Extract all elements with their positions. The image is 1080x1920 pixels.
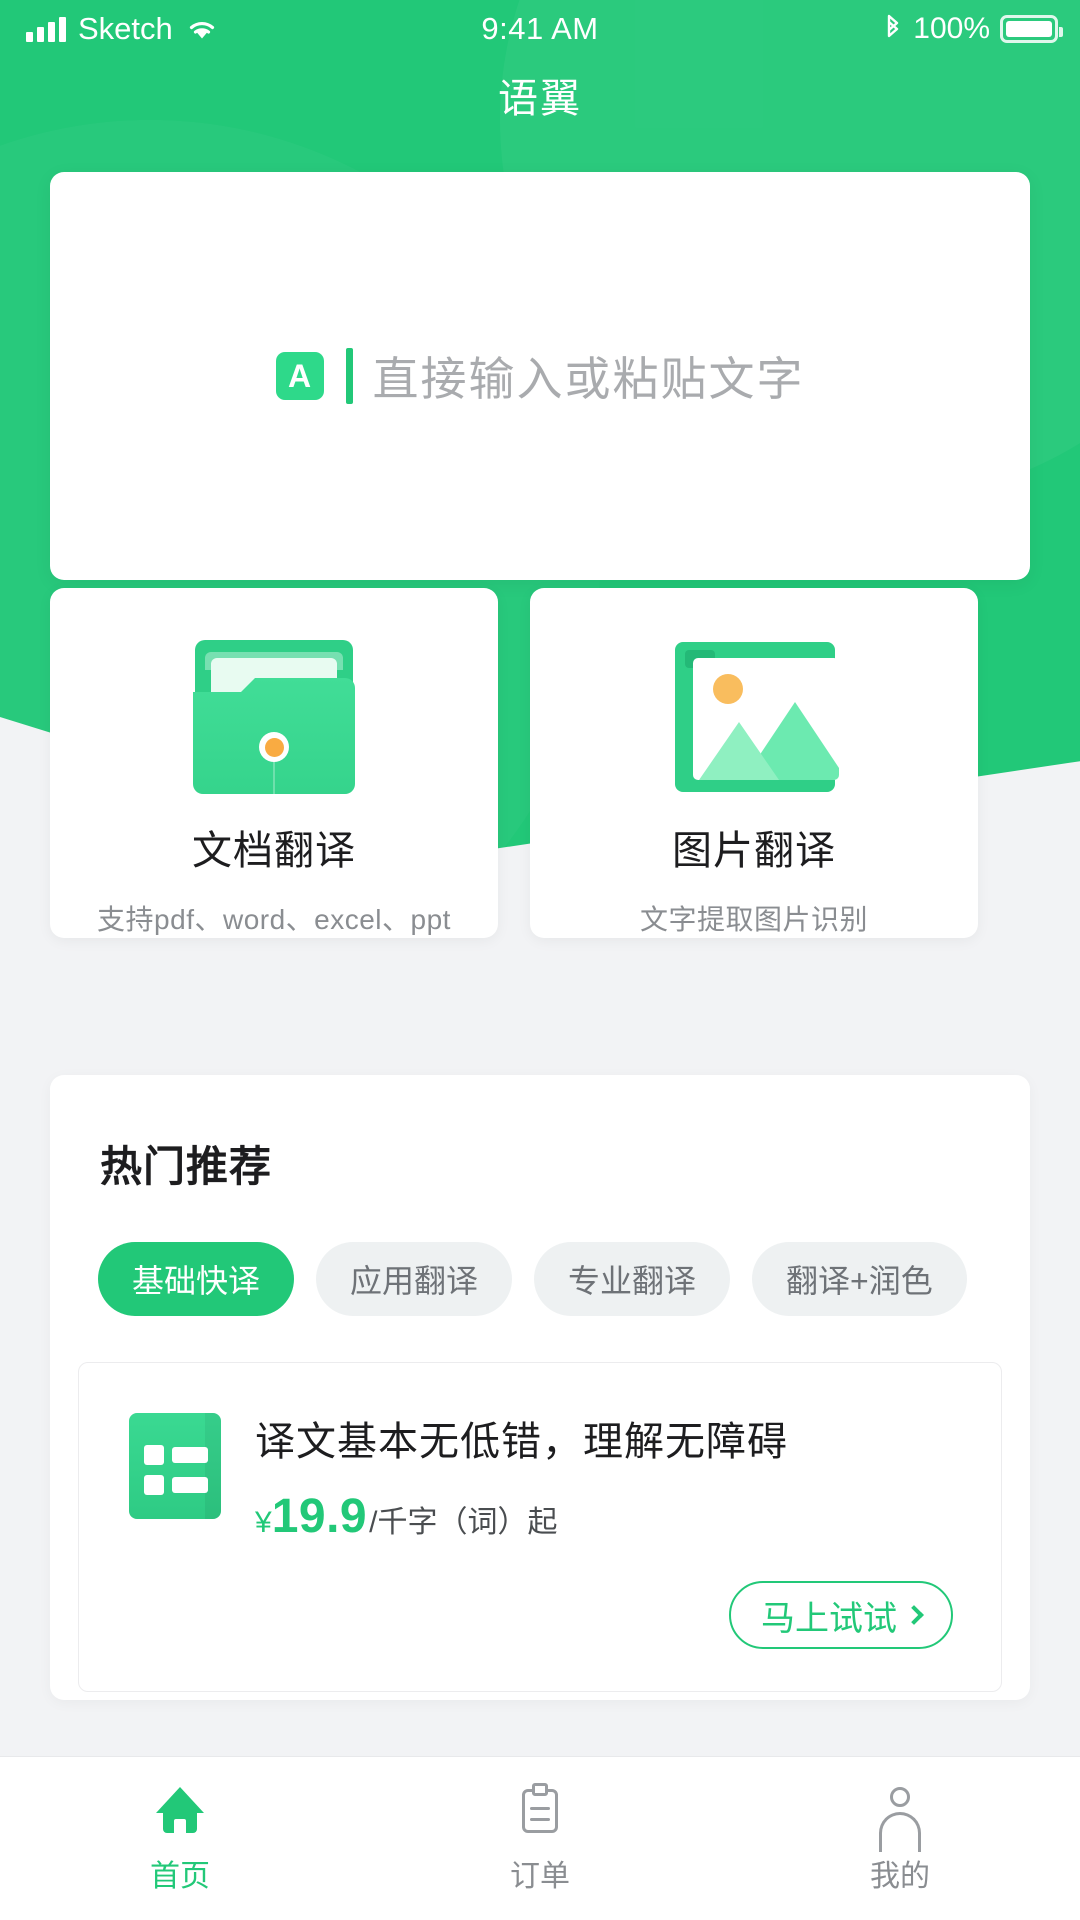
tab-professional-translation[interactable]: 专业翻译 [534,1242,731,1316]
tab-profile[interactable]: 我的 [720,1757,1080,1920]
document-list-icon [129,1413,221,1519]
price-amount: 19.9 [271,1490,368,1543]
feature-card-document-translation[interactable]: 文档翻译 支持pdf、word、excel、ppt [50,588,498,938]
document-list-bullet-2 [144,1475,164,1495]
text-format-icon: A [275,352,324,400]
feature-card-image-translation[interactable]: 图片翻译 文字提取图片识别 [530,588,978,938]
folder-seam [273,758,275,794]
document-list-shade [205,1413,221,1519]
page-title: 语翼 [498,77,582,121]
try-now-button[interactable]: 马上试试 [729,1581,953,1649]
price-unit: /千字（词）起 [369,1506,558,1539]
folder-handle-dot [259,732,289,762]
text-cursor [345,348,353,404]
tab-application-translation[interactable]: 应用翻译 [316,1242,513,1316]
folder-icon [183,640,365,794]
bottom-tab-bar: 首页 订单 我的 [0,1756,1080,1920]
battery-percent-label: 100% [913,12,990,45]
picture-content [693,658,839,780]
text-input-card[interactable]: A 直接输入或粘贴文字 [50,172,1030,580]
status-bar-right: 100% [883,12,1063,46]
app-screen: Sketch 9:41 AM 100% 语翼 A 直接输入或粘贴文字 文档翻译 … [0,0,1080,1920]
bluetooth-icon [888,14,899,38]
tab-home[interactable]: 首页 [0,1757,360,1920]
product-title: 译文基本无低错，理解无障碍 [255,1420,788,1464]
text-input-placeholder: 直接输入或粘贴文字 [372,353,805,405]
feature-title: 图片翻译 [672,829,836,873]
clipboard-icon [513,1782,567,1837]
picture-mountain-front [699,722,779,780]
tab-basic-translation[interactable]: 基础快译 [98,1242,295,1316]
tab-translation-polish[interactable]: 翻译+润色 [752,1242,967,1316]
product-card[interactable]: 译文基本无低错，理解无障碍 ¥ 19.9 /千字（词）起 马上试试 [78,1362,1002,1692]
tab-home-label: 首页 [150,1859,210,1893]
feature-title: 文档翻译 [192,829,356,873]
product-price: ¥ 19.9 /千字（词）起 [255,1489,788,1544]
text-input-inner: A 直接输入或粘贴文字 [275,343,805,409]
tab-profile-label: 我的 [870,1859,930,1893]
recommend-title: 热门推荐 [100,1143,273,1190]
document-list-line-1 [172,1447,208,1463]
document-list-bullet-1 [144,1445,164,1465]
feature-subtitle: 文字提取图片识别 [639,904,868,935]
recommend-panel: 热门推荐 基础快译 应用翻译 专业翻译 翻译+润色 译文基本无低错，理解无障碍 [50,1075,1030,1700]
tab-orders-label: 订单 [510,1859,570,1893]
status-bar: Sketch 9:41 AM 100% [0,0,1080,58]
recommend-tab-list: 基础快译 应用翻译 专业翻译 翻译+润色 [98,1242,1030,1316]
product-text: 译文基本无低错，理解无障碍 ¥ 19.9 /千字（词）起 [255,1409,788,1544]
picture-icon [663,640,845,792]
picture-sun [713,674,743,704]
currency-symbol: ¥ [255,1506,272,1539]
battery-icon [1000,15,1063,43]
home-icon [153,1783,207,1837]
person-icon [873,1783,927,1852]
feature-subtitle: 支持pdf、word、excel、ppt [97,904,451,935]
product-row: 译文基本无低错，理解无障碍 ¥ 19.9 /千字（词）起 [79,1363,1001,1544]
chevron-right-icon [904,1605,924,1625]
try-now-label: 马上试试 [761,1599,897,1638]
tab-orders[interactable]: 订单 [360,1757,720,1920]
document-list-line-2 [172,1477,208,1493]
